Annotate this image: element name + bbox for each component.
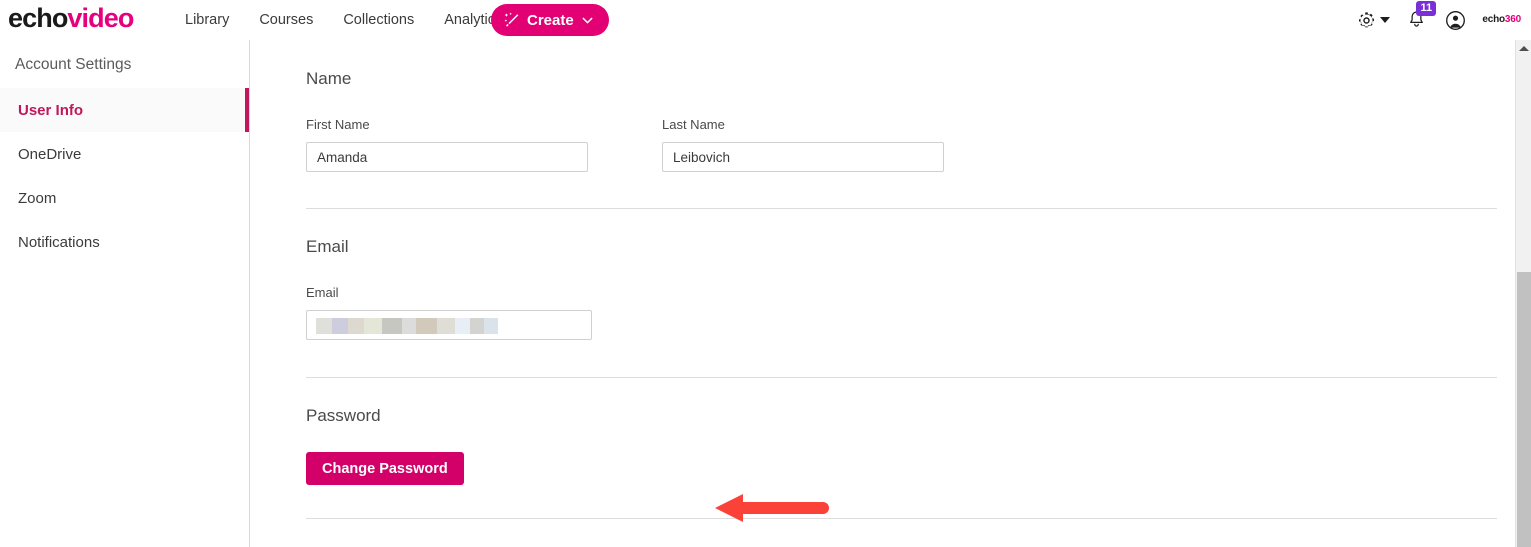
password-section: Password Change Password bbox=[306, 405, 464, 485]
first-name-field-group: First Name bbox=[306, 116, 588, 172]
first-name-input[interactable] bbox=[306, 142, 588, 172]
sidebar-menu: User Info OneDrive Zoom Notifications bbox=[0, 88, 249, 264]
email-label: Email bbox=[306, 285, 339, 300]
brand-mark-echo: echo bbox=[1482, 14, 1505, 25]
sidebar-title: Account Settings bbox=[15, 56, 132, 73]
top-navigation-bar: echovideo Library Courses Collections An… bbox=[0, 0, 1531, 40]
last-name-input[interactable] bbox=[662, 142, 944, 172]
divider-after-name bbox=[306, 208, 1497, 209]
page-root: echovideo Library Courses Collections An… bbox=[0, 0, 1531, 547]
sidebar-item-label-notifications: Notifications bbox=[18, 233, 100, 251]
page-scrollbar[interactable] bbox=[1515, 40, 1531, 547]
echo360-brand-mark[interactable]: echo360 bbox=[1482, 14, 1521, 26]
nav-item-collections[interactable]: Collections bbox=[343, 11, 414, 29]
sidebar-item-label-onedrive: OneDrive bbox=[18, 145, 82, 163]
divider-after-password bbox=[306, 518, 1497, 519]
settings-menu-button[interactable] bbox=[1350, 0, 1396, 40]
account-circle-icon bbox=[1445, 10, 1465, 30]
password-section-title: Password bbox=[306, 406, 381, 425]
sidebar-item-zoom[interactable]: Zoom bbox=[0, 176, 249, 220]
sidebar-item-label-zoom: Zoom bbox=[18, 189, 57, 207]
email-field-group: Email bbox=[306, 284, 592, 340]
header-actions: 11 echo360 bbox=[1350, 0, 1525, 40]
name-section-title: Name bbox=[306, 69, 352, 88]
chevron-down-icon bbox=[582, 17, 593, 24]
name-section: Name First Name Last Name bbox=[306, 68, 944, 172]
sidebar-item-notifications[interactable]: Notifications bbox=[0, 220, 249, 264]
last-name-field-group: Last Name bbox=[662, 116, 944, 172]
settings-dropdown-caret-icon bbox=[1379, 17, 1390, 23]
notification-badge: 11 bbox=[1416, 1, 1437, 16]
sidebar-item-onedrive[interactable]: OneDrive bbox=[0, 132, 249, 176]
email-redaction-overlay bbox=[316, 318, 498, 334]
create-button[interactable]: Create bbox=[491, 4, 609, 36]
echovideo-logo[interactable]: echovideo bbox=[8, 3, 134, 33]
logo-text-echo: echo bbox=[8, 3, 68, 33]
nav-item-library[interactable]: Library bbox=[185, 11, 229, 29]
change-password-button[interactable]: Change Password bbox=[306, 452, 464, 485]
scroll-up-arrow-icon bbox=[1518, 46, 1529, 51]
account-button[interactable] bbox=[1436, 0, 1474, 40]
annotation-arrow-icon bbox=[715, 494, 829, 522]
user-info-panel: Name First Name Last Name Email Email bbox=[250, 40, 1515, 547]
sidebar-item-user-info[interactable]: User Info bbox=[0, 88, 249, 132]
account-settings-sidebar: Account Settings User Info OneDrive Zoom… bbox=[0, 40, 250, 547]
create-button-label: Create bbox=[527, 11, 574, 29]
email-input[interactable] bbox=[306, 310, 592, 340]
gear-icon bbox=[1358, 11, 1374, 27]
scrollbar-thumb[interactable] bbox=[1517, 272, 1531, 547]
email-section: Email Email bbox=[306, 236, 592, 340]
last-name-label: Last Name bbox=[662, 117, 725, 132]
name-fields-row: First Name Last Name bbox=[306, 116, 944, 172]
logo-text-video: video bbox=[67, 3, 134, 33]
magic-wand-icon bbox=[504, 12, 519, 27]
nav-item-courses[interactable]: Courses bbox=[259, 11, 313, 29]
brand-mark-360: 360 bbox=[1504, 14, 1521, 25]
email-section-title: Email bbox=[306, 237, 349, 256]
divider-after-email bbox=[306, 377, 1497, 378]
sidebar-item-label-user-info: User Info bbox=[18, 101, 84, 119]
scroll-up-button[interactable] bbox=[1516, 40, 1531, 57]
first-name-label: First Name bbox=[306, 117, 370, 132]
notifications-button[interactable]: 11 bbox=[1396, 0, 1437, 40]
main-nav: Library Courses Collections Analytics bbox=[185, 11, 502, 29]
